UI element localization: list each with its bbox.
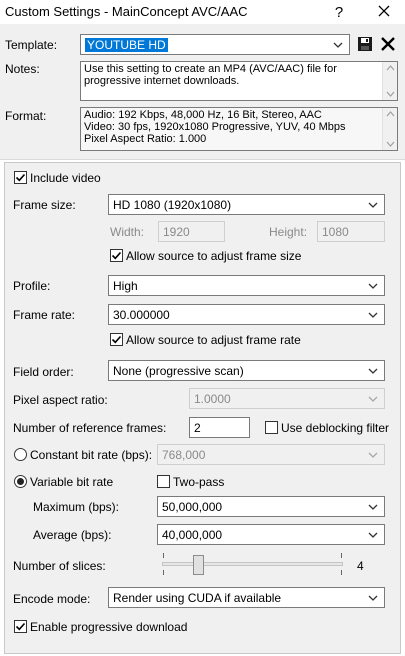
- deblocking-label: Use deblocking filter: [281, 421, 390, 435]
- chevron-down-icon: [367, 365, 379, 377]
- format-line: Video: 30 fps, 1920x1080 Progressive, YU…: [84, 121, 346, 133]
- checkmark-icon: [15, 622, 26, 631]
- chevron-down-icon: [367, 199, 379, 211]
- help-button[interactable]: ?: [322, 0, 356, 24]
- pixel-aspect-label: Pixel aspect ratio:: [13, 393, 108, 407]
- frame-size-combo[interactable]: HD 1080 (1920x1080): [108, 194, 385, 215]
- save-template-button[interactable]: [356, 35, 374, 53]
- frame-size-value: HD 1080 (1920x1080): [113, 197, 232, 212]
- slices-value: 4: [357, 559, 364, 573]
- encode-mode-combo[interactable]: Render using CUDA if available: [108, 587, 385, 608]
- window-title: Custom Settings - MainConcept AVC/AAC: [5, 4, 248, 19]
- slider-thumb[interactable]: [193, 555, 205, 575]
- delete-icon: [379, 37, 397, 56]
- two-pass-label: Two-pass: [173, 475, 225, 489]
- constant-bitrate-combo[interactable]: 768,000: [157, 444, 385, 465]
- height-label: Height:: [269, 225, 308, 239]
- frame-rate-combo[interactable]: 30.000000: [108, 304, 385, 325]
- width-field[interactable]: 1920: [158, 221, 225, 242]
- frame-rate-value: 30.000000: [113, 307, 170, 322]
- encode-mode-value: Render using CUDA if available: [113, 590, 282, 605]
- notes-label: Notes:: [5, 62, 40, 76]
- format-line: Pixel Aspect Ratio: 1.000: [84, 133, 207, 145]
- format-summary: Audio: 192 Kbps, 48,000 Hz, 16 Bit, Ster…: [80, 107, 398, 151]
- width-label: Width:: [110, 225, 145, 239]
- field-order-combo[interactable]: None (progressive scan): [108, 360, 385, 381]
- slices-label: Number of slices:: [13, 559, 106, 573]
- slices-slider[interactable]: [160, 553, 345, 579]
- notes-textarea[interactable]: Use this setting to create an MP4 (AVC/A…: [80, 61, 398, 101]
- scroll-arrows-icon: [386, 111, 395, 147]
- ref-frames-field[interactable]: 2: [189, 417, 250, 438]
- notes-line: Use this setting to create an MP4 (AVC/A…: [84, 63, 337, 75]
- slider-tick: [163, 570, 164, 575]
- height-field[interactable]: 1080: [317, 221, 385, 242]
- format-label: Format:: [5, 109, 47, 123]
- chevron-down-icon: [367, 529, 379, 541]
- template-combo[interactable]: YOUTUBE HD: [80, 34, 350, 55]
- close-button[interactable]: [367, 0, 401, 24]
- two-pass-checkbox[interactable]: [157, 475, 170, 488]
- slider-track: [162, 562, 343, 566]
- variable-bitrate-label: Variable bit rate: [30, 475, 114, 489]
- notes-scrollbar[interactable]: [382, 62, 397, 100]
- checkmark-icon: [111, 251, 122, 260]
- progressive-download-checkbox[interactable]: [14, 620, 27, 633]
- maximum-label: Maximum (bps):: [33, 500, 120, 514]
- format-scrollbar[interactable]: [382, 108, 397, 150]
- chevron-down-icon: [367, 501, 379, 513]
- constant-bitrate-value: 768,000: [162, 447, 206, 462]
- checkmark-icon: [15, 173, 26, 182]
- frame-size-label: Frame size:: [13, 198, 76, 212]
- notes-line: progressive internet downloads.: [84, 75, 240, 87]
- allow-adjust-rate-label: Allow source to adjust frame rate: [126, 333, 301, 347]
- frame-rate-label: Frame rate:: [13, 308, 76, 322]
- close-icon: [378, 4, 390, 21]
- profile-value: High: [113, 278, 138, 293]
- scroll-arrows-icon: [386, 65, 395, 97]
- chevron-down-icon: [367, 449, 379, 461]
- field-order-value: None (progressive scan): [113, 363, 244, 378]
- delete-template-button[interactable]: [379, 35, 397, 53]
- title-bar: Custom Settings - MainConcept AVC/AAC ?: [0, 0, 405, 24]
- progressive-download-label: Enable progressive download: [30, 620, 188, 634]
- save-icon: [356, 37, 374, 56]
- ref-frames-label: Number of reference frames:: [13, 421, 167, 435]
- chevron-down-icon: [332, 39, 344, 51]
- slider-tick: [341, 553, 342, 558]
- template-value: YOUTUBE HD: [85, 37, 168, 52]
- maximum-combo[interactable]: 50,000,000: [157, 496, 385, 517]
- allow-adjust-size-label: Allow source to adjust frame size: [126, 249, 302, 263]
- encode-mode-label: Encode mode:: [13, 592, 91, 606]
- pixel-aspect-value: 1.0000: [194, 391, 231, 406]
- average-combo[interactable]: 40,000,000: [157, 524, 385, 545]
- include-video-checkbox[interactable]: [14, 171, 27, 184]
- radio-dot: [17, 478, 24, 485]
- chevron-down-icon: [367, 309, 379, 321]
- chevron-down-icon: [367, 592, 379, 604]
- maximum-value: 50,000,000: [162, 499, 223, 514]
- format-line: Audio: 192 Kbps, 48,000 Hz, 16 Bit, Ster…: [84, 109, 322, 121]
- profile-combo[interactable]: High: [108, 275, 385, 296]
- slider-tick: [163, 553, 164, 558]
- include-video-label: Include video: [30, 171, 101, 185]
- allow-adjust-size-checkbox[interactable]: [110, 249, 123, 262]
- chevron-down-icon: [367, 280, 379, 292]
- chevron-down-icon: [367, 393, 379, 405]
- deblocking-checkbox[interactable]: [265, 421, 278, 434]
- allow-adjust-rate-checkbox[interactable]: [110, 333, 123, 346]
- variable-bitrate-radio[interactable]: [14, 475, 27, 488]
- template-label: Template:: [5, 38, 58, 52]
- field-order-label: Field order:: [13, 365, 74, 379]
- profile-label: Profile:: [13, 279, 51, 293]
- constant-bitrate-radio[interactable]: [14, 448, 27, 461]
- pixel-aspect-combo[interactable]: 1.0000: [189, 388, 385, 409]
- constant-bitrate-label: Constant bit rate (bps):: [30, 448, 153, 462]
- slider-tick: [341, 570, 342, 575]
- checkmark-icon: [111, 335, 122, 344]
- average-label: Average (bps):: [33, 528, 112, 542]
- average-value: 40,000,000: [162, 527, 223, 542]
